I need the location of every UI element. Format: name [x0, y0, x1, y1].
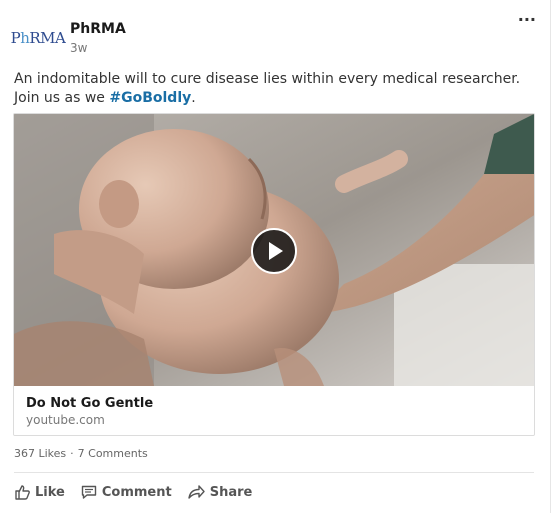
link-source: youtube.com [26, 413, 105, 427]
engagement-stats: 367 Likes · 7 Comments [14, 447, 148, 460]
share-icon [188, 485, 205, 499]
comment-icon [81, 485, 97, 499]
hashtag-link[interactable]: #GoBoldly [109, 90, 191, 106]
link-caption[interactable]: Do Not Go Gentle youtube.com [14, 386, 534, 435]
author-name[interactable]: PhRMA [70, 21, 126, 37]
like-label: Like [35, 484, 65, 500]
action-bar: Like Comment Share [14, 484, 268, 500]
post-card: PhRMA PhRMA 3w ... An indomitable will t… [0, 0, 551, 513]
company-logo[interactable]: PhRMA [11, 24, 66, 52]
post-timestamp: 3w [70, 41, 88, 55]
media-attachment[interactable]: Do Not Go Gentle youtube.com [13, 113, 535, 436]
likes-count[interactable]: 367 Likes [14, 447, 66, 460]
comment-button[interactable]: Comment [81, 484, 172, 500]
divider [14, 472, 534, 473]
link-title: Do Not Go Gentle [26, 396, 154, 411]
post-text: An indomitable will to cure disease lies… [14, 71, 521, 106]
more-options-icon[interactable]: ... [518, 8, 536, 24]
stats-separator: · [70, 447, 74, 460]
like-button[interactable]: Like [14, 484, 65, 500]
comment-label: Comment [101, 484, 172, 500]
comments-count[interactable]: 7 Comments [78, 447, 148, 460]
share-label: Share [209, 484, 253, 500]
play-icon[interactable] [251, 228, 297, 274]
video-thumbnail[interactable] [14, 114, 534, 386]
share-button[interactable]: Share [188, 484, 253, 500]
logo-text: PhRMA [10, 29, 66, 47]
like-icon [15, 485, 30, 500]
